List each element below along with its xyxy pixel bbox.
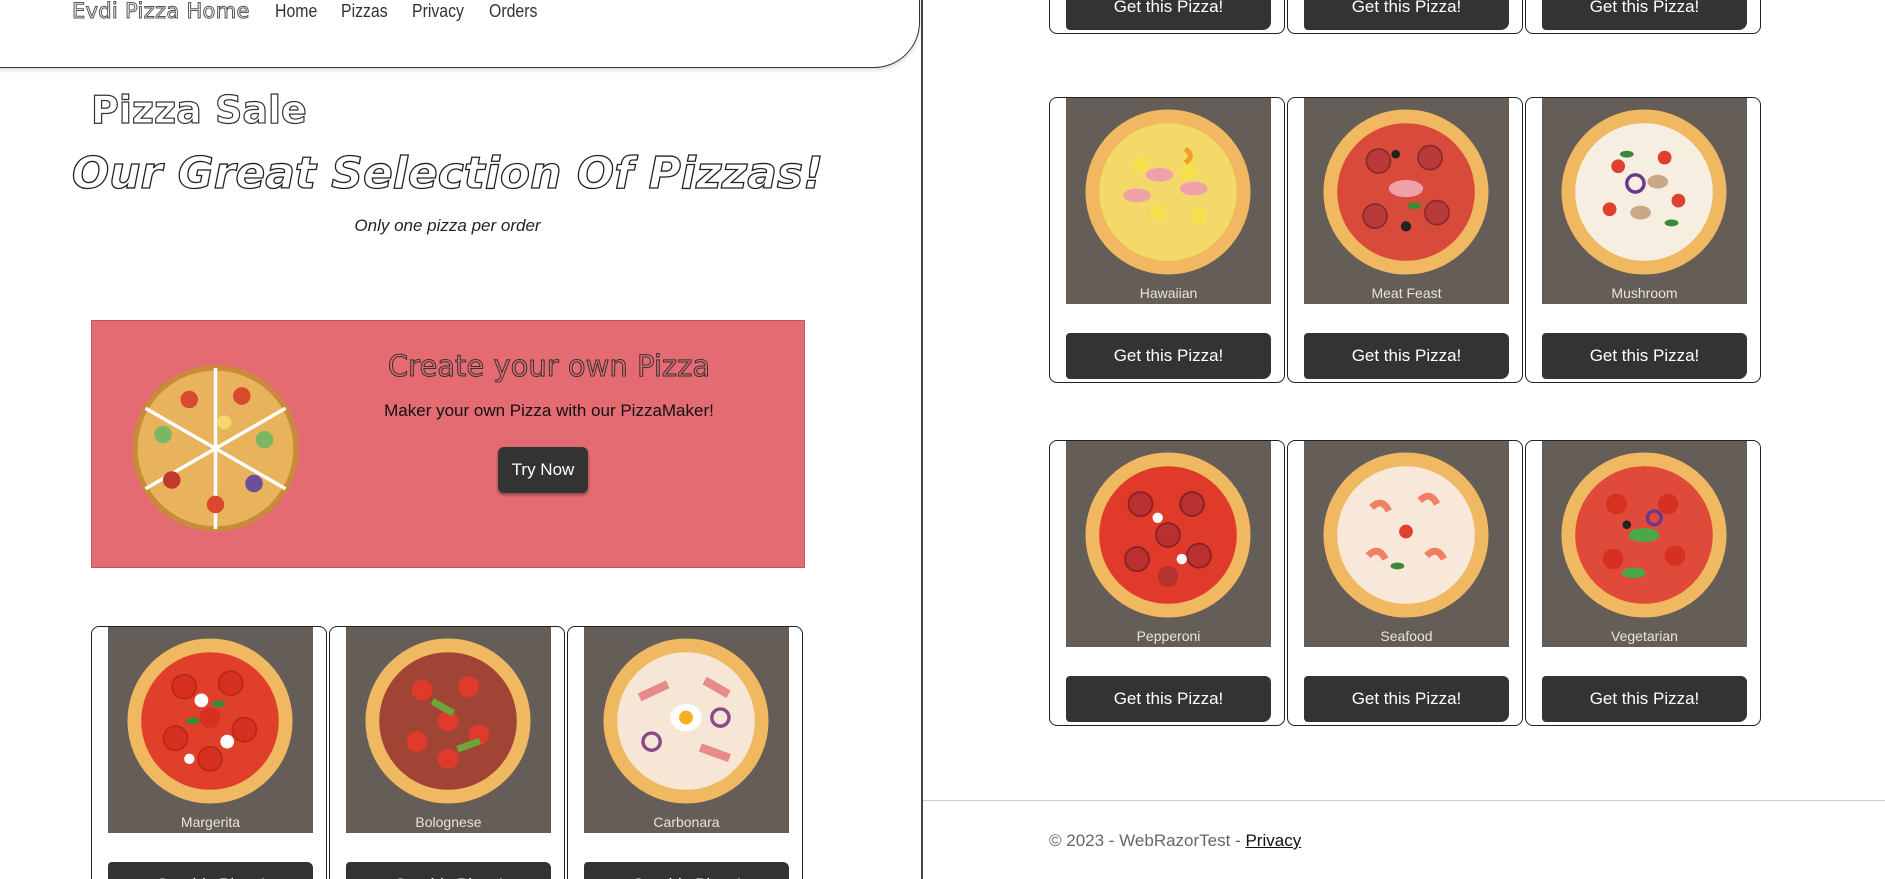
nav-links: Home Pizzas Privacy Orders — [275, 1, 544, 22]
footer-text: © 2023 - WebRazorTest - — [1049, 831, 1246, 850]
footer-divider — [923, 800, 1885, 801]
mushroom-pizza-icon — [1561, 109, 1727, 275]
try-now-button[interactable]: Try Now — [498, 447, 588, 493]
promo-subtitle: Maker your own Pizza with our PizzaMaker… — [384, 401, 714, 420]
carbonara-pizza-icon — [603, 638, 769, 804]
get-pizza-button[interactable]: Get this Pizza! — [584, 862, 789, 879]
pizza-image: Margerita — [108, 627, 313, 833]
promo-banner: Create your own Pizza Maker your own Piz… — [91, 320, 805, 568]
pizza-card-partial: Get this Pizza! — [1287, 0, 1523, 34]
nav-pizzas[interactable]: Pizzas — [341, 1, 388, 22]
pizza-card-mushroom: Mushroom Get this Pizza! — [1525, 97, 1761, 383]
pizza-image: Pepperoni — [1066, 441, 1271, 647]
subline: Only one pizza per order — [354, 216, 541, 235]
get-pizza-button[interactable]: Get this Pizza! — [1066, 676, 1271, 722]
get-pizza-button[interactable]: Get this Pizza! — [1542, 0, 1747, 30]
left-pane: Evdi Pizza Home Home Pizzas Privacy Orde… — [0, 0, 923, 879]
get-pizza-button[interactable]: Get this Pizza! — [1304, 0, 1509, 30]
bolognese-pizza-icon — [365, 638, 531, 804]
headline: Our Great Selection Of Pizzas! — [71, 147, 824, 199]
pane-divider — [921, 0, 923, 879]
margerita-pizza-icon — [127, 638, 293, 804]
get-pizza-button[interactable]: Get this Pizza! — [1542, 333, 1747, 379]
pizza-image: Vegetarian — [1542, 441, 1747, 647]
pizza-card-pepperoni: Pepperoni Get this Pizza! — [1049, 440, 1285, 726]
pizza-name: Mushroom — [1611, 285, 1678, 301]
nav-privacy[interactable]: Privacy — [412, 1, 464, 22]
pizza-name: Margerita — [180, 814, 241, 830]
pizza-name: Seafood — [1380, 628, 1433, 644]
pizza-image: Hawaiian — [1066, 98, 1271, 304]
brand-link[interactable]: Evdi Pizza Home — [72, 0, 250, 24]
pizza-card-margerita: Margerita Get this Pizza! — [91, 626, 327, 879]
get-pizza-button[interactable]: Get this Pizza! — [1304, 676, 1509, 722]
meat-feast-pizza-icon — [1323, 109, 1489, 275]
pizza-card-partial: Get this Pizza! — [1049, 0, 1285, 34]
pizza-card-seafood: Seafood Get this Pizza! — [1287, 440, 1523, 726]
pizza-name: Carbonara — [653, 814, 720, 830]
navbar: Evdi Pizza Home Home Pizzas Privacy Orde… — [0, 0, 920, 68]
get-pizza-button[interactable]: Get this Pizza! — [1066, 0, 1271, 30]
get-pizza-button[interactable]: Get this Pizza! — [1066, 333, 1271, 379]
pizza-image: Seafood — [1304, 441, 1509, 647]
pepperoni-pizza-icon — [1085, 452, 1251, 618]
nav-orders[interactable]: Orders — [489, 1, 537, 22]
pizza-image: Mushroom — [1542, 98, 1747, 304]
nav-home[interactable]: Home — [275, 1, 317, 22]
get-pizza-button[interactable]: Get this Pizza! — [346, 862, 551, 879]
vegetarian-pizza-icon — [1561, 452, 1727, 618]
right-pane: Get this Pizza! Get this Pizza! Get this… — [923, 0, 1885, 879]
page-title: Pizza Sale — [90, 87, 307, 132]
pizza-card-meat-feast: Meat Feast Get this Pizza! — [1287, 97, 1523, 383]
footer: © 2023 - WebRazorTest - Privacy — [1049, 831, 1301, 851]
pizza-image: Meat Feast — [1304, 98, 1509, 304]
pizza-card-bolognese: Bolognese Get this Pizza! — [329, 626, 565, 879]
pizza-name: Hawaiian — [1139, 285, 1198, 301]
pizza-image: Bolognese — [346, 627, 551, 833]
pizza-card-vegetarian: Vegetarian Get this Pizza! — [1525, 440, 1761, 726]
pizza-name: Bolognese — [415, 814, 482, 830]
pizza-card-carbonara: Carbonara Get this Pizza! — [567, 626, 803, 879]
promo-title: Create your own Pizza — [387, 349, 711, 384]
pizza-name: Pepperoni — [1136, 628, 1201, 644]
get-pizza-button[interactable]: Get this Pizza! — [1304, 333, 1509, 379]
get-pizza-button[interactable]: Get this Pizza! — [108, 862, 313, 879]
pizza-card-hawaiian: Hawaiian Get this Pizza! — [1049, 97, 1285, 383]
pizza-slices-icon — [132, 365, 299, 532]
hawaiian-pizza-icon — [1085, 109, 1251, 275]
get-pizza-button[interactable]: Get this Pizza! — [1542, 676, 1747, 722]
footer-privacy-link[interactable]: Privacy — [1245, 831, 1301, 850]
pizza-card-partial: Get this Pizza! — [1525, 0, 1761, 34]
pizza-name: Meat Feast — [1371, 285, 1442, 301]
pizza-image: Carbonara — [584, 627, 789, 833]
seafood-pizza-icon — [1323, 452, 1489, 618]
pizza-name: Vegetarian — [1611, 628, 1678, 644]
